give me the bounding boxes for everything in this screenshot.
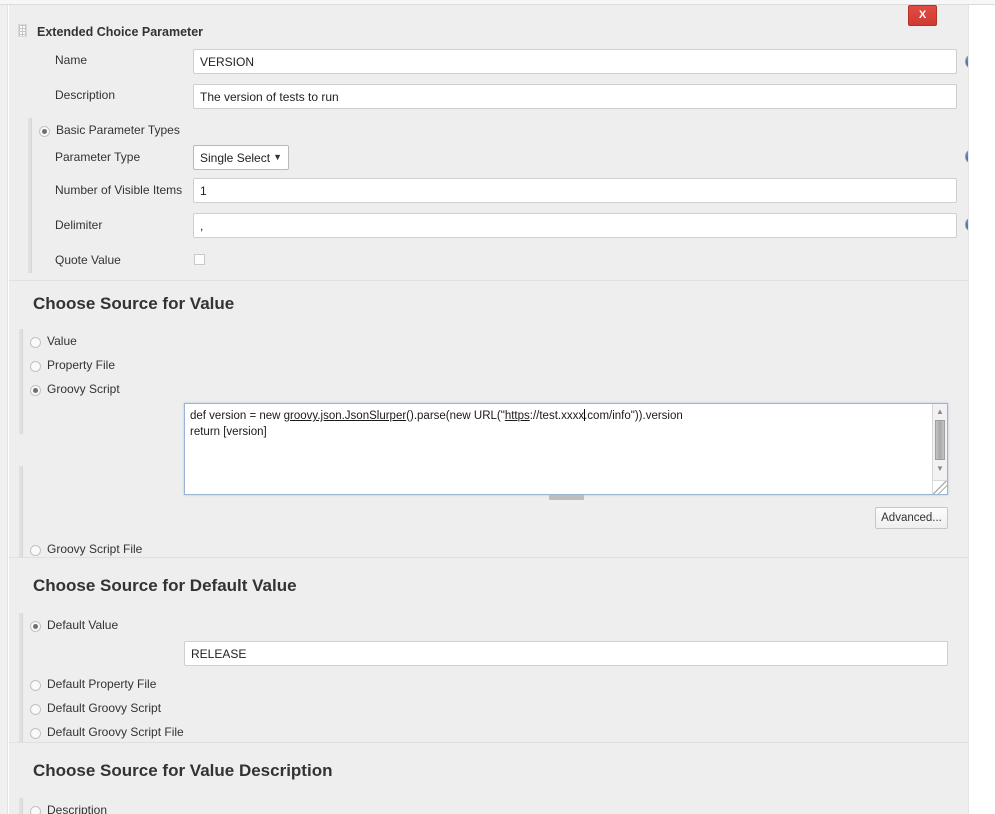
- scroll-up-arrow-icon[interactable]: ▲: [933, 405, 947, 418]
- row-parameter-type: Parameter Type Single Select ▼ ?: [18, 143, 968, 173]
- parameter-content: Extended Choice Parameter Name ? Descrip…: [9, 5, 968, 814]
- radio-default-value[interactable]: [30, 621, 41, 632]
- row-default-value-input: [9, 636, 959, 666]
- source-groovy-script-file-label: Groovy Script File: [47, 542, 143, 556]
- visible-items-input[interactable]: [193, 178, 957, 203]
- default-value-label: Default Value: [47, 618, 119, 632]
- parameter-type-select[interactable]: Single Select ▼: [193, 145, 289, 170]
- script-line-2: return [version]: [190, 426, 267, 438]
- chevron-down-icon: ▼: [273, 152, 282, 162]
- section-source-for-value-description: Choose Source for Value Description Desc…: [9, 742, 968, 814]
- radio-source-property-file[interactable]: [30, 361, 41, 372]
- section-source-for-default-value: Choose Source for Default Value Default …: [9, 557, 968, 743]
- radio-default-property-file[interactable]: [30, 680, 41, 691]
- scrollbar-thumb[interactable]: [935, 420, 945, 460]
- quote-value-label: Quote Value: [55, 253, 121, 267]
- script-seg-b: ().parse(new URL(": [406, 410, 505, 422]
- name-input[interactable]: [193, 49, 957, 74]
- source-property-file-label: Property File: [47, 358, 116, 372]
- parameter-type-label: Parameter Type: [55, 150, 141, 164]
- radio-source-groovy-script[interactable]: [30, 385, 41, 396]
- delimiter-label: Delimiter: [55, 218, 103, 232]
- visible-items-label: Number of Visible Items: [55, 183, 183, 197]
- groovy-script-textarea[interactable]: def version = new groovy.json.JsonSlurpe…: [184, 403, 948, 495]
- radio-source-groovy-script-file[interactable]: [30, 545, 41, 556]
- script-seg-a: def version = new: [190, 410, 284, 422]
- script-seg-d: .com/info")).version: [584, 410, 683, 422]
- description-input[interactable]: [193, 84, 957, 109]
- default-groovy-script-label: Default Groovy Script: [47, 701, 162, 715]
- help-question-icon-name[interactable]: ?: [965, 54, 968, 69]
- right-gutter: [968, 5, 995, 814]
- script-seg-class-link: groovy.json.JsonSlurper: [283, 410, 407, 422]
- row-description: Description: [18, 81, 968, 111]
- drag-grip-icon[interactable]: [18, 24, 27, 37]
- description-label: Description: [55, 88, 116, 102]
- radio-default-groovy-script[interactable]: [30, 704, 41, 715]
- help-question-icon-parameter-type[interactable]: ?: [965, 149, 968, 164]
- row-value-description[interactable]: Description: [9, 798, 959, 814]
- close-button[interactable]: X: [908, 5, 937, 26]
- row-delimiter: Delimiter ?: [18, 211, 968, 241]
- default-groovy-script-file-label: Default Groovy Script File: [47, 725, 184, 739]
- row-name: Name ?: [18, 46, 968, 76]
- textarea-drag-handle[interactable]: [549, 495, 584, 500]
- source-for-value-description-heading: Choose Source for Value Description: [33, 761, 333, 780]
- default-property-file-label: Default Property File: [47, 677, 157, 691]
- radio-value-description[interactable]: [30, 806, 41, 814]
- delimiter-input[interactable]: [193, 213, 957, 238]
- source-for-value-heading: Choose Source for Value: [33, 294, 235, 313]
- basic-parameter-types-label: Basic Parameter Types: [56, 123, 180, 137]
- basic-parameter-block: Name ? Description Basic Parameter Types…: [18, 46, 968, 279]
- radio-source-value[interactable]: [30, 337, 41, 348]
- panel-header: Extended Choice Parameter: [9, 5, 968, 39]
- source-value-label: Value: [47, 334, 77, 348]
- quote-value-checkbox[interactable]: [194, 254, 205, 265]
- help-question-icon-delimiter[interactable]: ?: [965, 217, 968, 232]
- radio-basic-parameter-types[interactable]: [39, 126, 50, 137]
- name-label: Name: [55, 53, 88, 67]
- default-value-input[interactable]: [184, 641, 948, 666]
- row-visible-items: Number of Visible Items: [18, 176, 968, 206]
- row-basic-parameter-types[interactable]: Basic Parameter Types: [18, 116, 968, 146]
- scroll-down-arrow-icon[interactable]: ▼: [933, 462, 947, 475]
- script-seg-c: ://test.xxxx: [529, 410, 585, 422]
- source-for-default-value-heading: Choose Source for Default Value: [33, 576, 297, 595]
- textarea-resize-handle[interactable]: [932, 480, 947, 494]
- parameter-type-selected-value: Single Select: [200, 151, 271, 165]
- extended-choice-parameter-page: X Extended Choice Parameter Name ? Descr…: [0, 0, 995, 814]
- groovy-script-text: def version = new groovy.json.JsonSlurpe…: [190, 408, 920, 440]
- value-description-label: Description: [47, 803, 108, 814]
- row-quote-value: Quote Value: [18, 246, 968, 276]
- script-line-1: def version = new groovy.json.JsonSlurpe…: [190, 409, 683, 422]
- left-gutter: [0, 5, 8, 814]
- advanced-button[interactable]: Advanced...: [875, 507, 948, 529]
- source-groovy-script-label: Groovy Script: [47, 382, 120, 396]
- page-title: Extended Choice Parameter: [37, 25, 204, 39]
- radio-default-groovy-script-file[interactable]: [30, 728, 41, 739]
- script-seg-url-scheme: https: [504, 410, 530, 422]
